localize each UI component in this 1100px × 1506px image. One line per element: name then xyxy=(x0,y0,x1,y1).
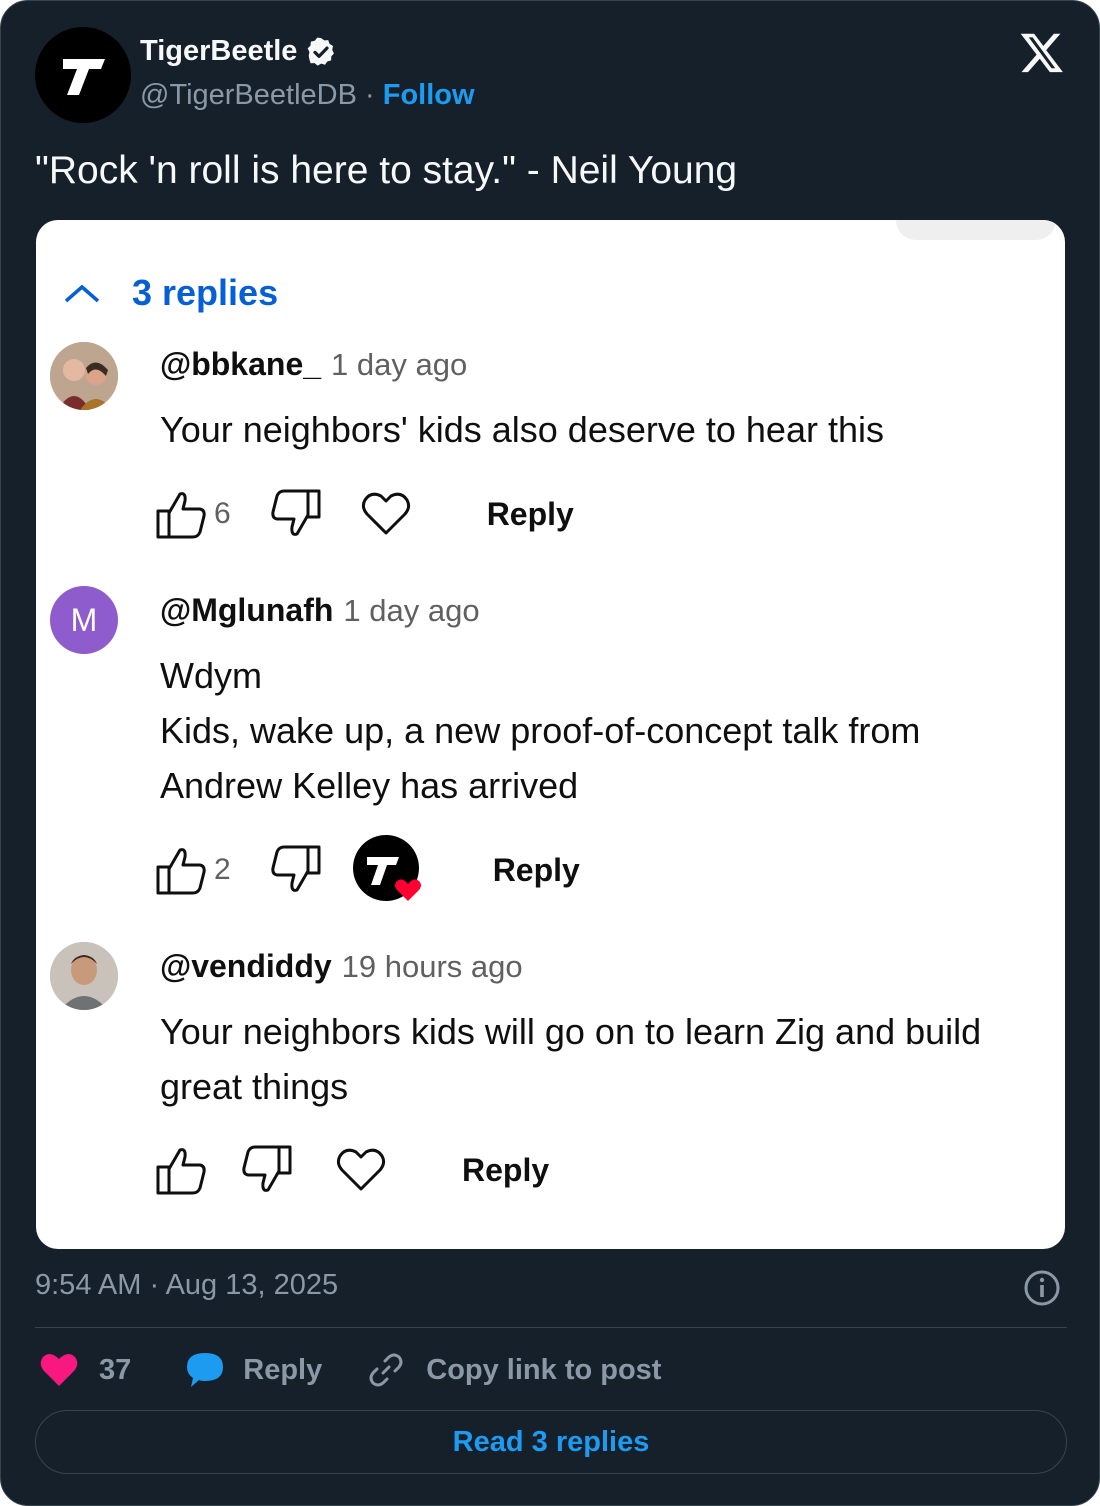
like-count: 6 xyxy=(214,497,231,530)
thumbs-up-icon xyxy=(156,1148,206,1195)
separator-dot: · xyxy=(365,79,375,111)
comment-reply-button: Reply xyxy=(492,851,580,888)
copy-link-button[interactable]: Copy link to post xyxy=(368,1352,661,1388)
author-handle-row: @TigerBeetleDB · Follow xyxy=(140,79,475,112)
follow-button[interactable]: Follow xyxy=(383,79,475,111)
comment-actions: 6 Reply xyxy=(154,486,574,542)
replies-toggle: 3 replies xyxy=(62,272,278,314)
creator-heart-icon xyxy=(352,835,421,901)
thumbs-up-icon xyxy=(156,848,206,895)
comment-text: Your neighbors kids will go on to learn … xyxy=(160,1004,1050,1114)
replies-toggle-label: 3 replies xyxy=(132,272,279,313)
author-name-row[interactable]: TigerBeetle xyxy=(140,35,337,68)
comment-text: Your neighbors' kids also deserve to hea… xyxy=(160,402,1050,457)
thumbs-down-icon xyxy=(242,1145,292,1192)
comment-line: Kids, wake up, a new proof-of-concept ta… xyxy=(160,710,921,751)
comment-time: 1 day ago xyxy=(331,347,468,382)
link-icon xyxy=(369,1353,403,1387)
cropped-element xyxy=(896,220,1056,240)
verified-badge-icon xyxy=(308,37,335,66)
reply-button[interactable]: Reply xyxy=(185,1351,322,1389)
comment-reply-button: Reply xyxy=(462,1151,550,1188)
tigerbeetle-logo-icon xyxy=(63,59,105,95)
comment-time: 1 day ago xyxy=(343,593,480,628)
comment-line: Your neighbors' kids also deserve to hea… xyxy=(160,409,884,450)
tweet-text: "Rock 'n roll is here to stay." - Neil Y… xyxy=(35,149,738,192)
photo-avatar-icon xyxy=(50,342,118,410)
action-bar: 37 Reply Copy link to post xyxy=(39,1346,661,1394)
divider xyxy=(35,1327,1067,1328)
comment-line: Andrew Kelley has arrived xyxy=(160,765,579,806)
comment-username: @bbkane_ xyxy=(160,346,322,382)
commenter-avatar xyxy=(50,942,118,1010)
tweet-card: TigerBeetle @TigerBeetleDB · Follow "Roc… xyxy=(0,0,1100,1506)
info-icon[interactable] xyxy=(1023,1269,1061,1307)
comment-header: @vendiddy 19 hours ago xyxy=(160,948,523,985)
comment-line: Your neighbors kids will go on to learn … xyxy=(160,1011,982,1052)
author-handle[interactable]: @TigerBeetleDB xyxy=(140,79,357,111)
comment-time: 19 hours ago xyxy=(341,949,523,984)
comment-actions: 2 Reply xyxy=(154,835,580,901)
comment-header: @bbkane_ 1 day ago xyxy=(160,346,467,383)
comment-text: Wdym Kids, wake up, a new proof-of-conce… xyxy=(160,648,1050,813)
comment-reply-button: Reply xyxy=(486,495,574,532)
author-avatar[interactable] xyxy=(35,27,131,123)
like-count: 37 xyxy=(99,1353,132,1386)
thumbs-up-icon xyxy=(156,492,206,539)
comment-header: @Mglunafh 1 day ago xyxy=(160,592,480,629)
commenter-avatar xyxy=(50,342,118,410)
read-replies-button[interactable]: Read 3 replies xyxy=(35,1410,1067,1474)
reply-label: Reply xyxy=(243,1353,323,1386)
commenter-avatar: M xyxy=(50,586,118,654)
heart-icon xyxy=(40,1353,78,1386)
comment-username: @vendiddy xyxy=(160,948,332,984)
tweet-timestamp[interactable]: 9:54 AM · Aug 13, 2025 xyxy=(35,1269,338,1302)
comment-actions: Reply xyxy=(154,1142,549,1198)
tweet-media-image[interactable]: 3 replies @bbkane_ 1 day ago Your neighbo… xyxy=(36,220,1065,1249)
like-button[interactable]: 37 xyxy=(39,1352,131,1388)
read-replies-label: Read 3 replies xyxy=(452,1425,650,1458)
like-count: 2 xyxy=(214,853,231,886)
author-name[interactable]: TigerBeetle xyxy=(140,35,297,68)
heart-outline-icon xyxy=(336,1148,386,1191)
comment-line: Wdym xyxy=(160,655,262,696)
heart-outline-icon xyxy=(361,492,410,535)
reply-bubble-icon xyxy=(187,1353,224,1387)
comment-username: @Mglunafh xyxy=(160,592,334,628)
x-logo-icon[interactable] xyxy=(1019,29,1065,75)
comment-line: great things xyxy=(160,1066,349,1107)
thumbs-down-icon xyxy=(271,845,321,892)
avatar-letter: M xyxy=(70,601,98,638)
photo-avatar-icon xyxy=(50,942,118,1010)
chevron-up-icon xyxy=(64,284,100,303)
thumbs-down-icon xyxy=(271,489,321,536)
copy-link-label: Copy link to post xyxy=(426,1353,662,1386)
